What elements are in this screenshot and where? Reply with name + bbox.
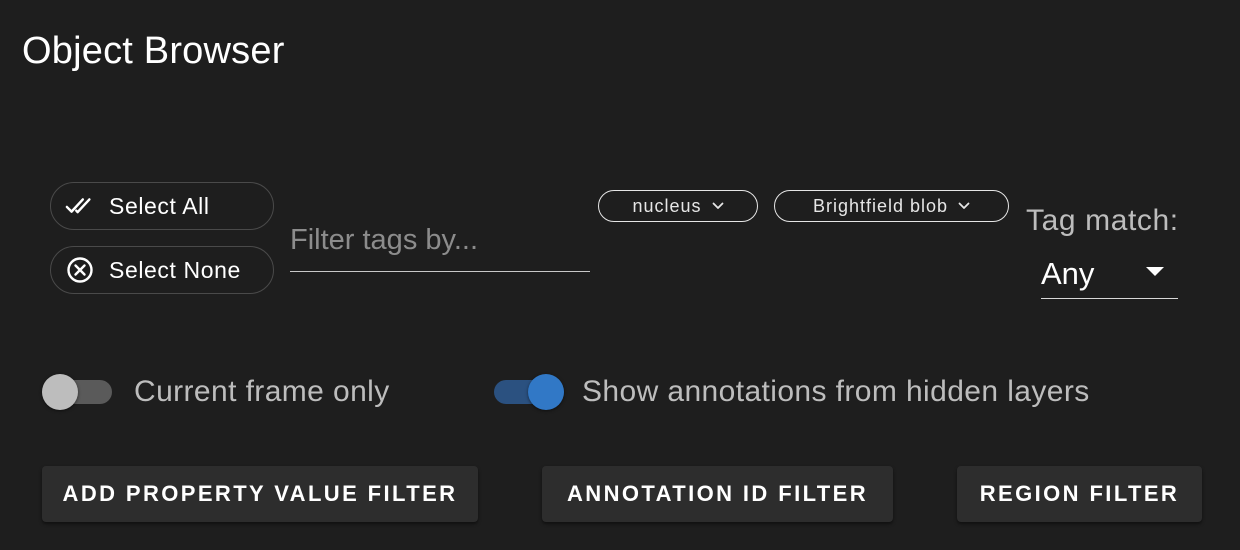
- current-frame-label: Current frame only: [134, 375, 390, 408]
- select-all-button[interactable]: Select All: [50, 182, 274, 230]
- toggle-knob: [42, 374, 78, 410]
- region-filter-button[interactable]: REGION FILTER: [957, 466, 1202, 522]
- tag-match-select[interactable]: Any: [1041, 252, 1178, 299]
- select-all-label: Select All: [109, 192, 210, 219]
- select-none-label: Select None: [109, 256, 241, 283]
- select-none-button[interactable]: Select None: [50, 246, 274, 294]
- chevron-down-icon: [958, 202, 970, 210]
- toggle-knob: [528, 374, 564, 410]
- annotation-id-filter-button[interactable]: ANNOTATION ID FILTER: [542, 466, 893, 522]
- filter-tags-field: [290, 218, 590, 272]
- tag-chip-label: nucleus: [632, 195, 702, 216]
- chevron-down-icon: [712, 202, 724, 210]
- close-circle-icon: [65, 255, 95, 285]
- tag-match-label: Tag match:: [1026, 204, 1179, 237]
- tag-chip-label: Brightfield blob: [812, 195, 949, 216]
- tag-chip-nucleus[interactable]: nucleus: [598, 190, 758, 222]
- object-browser-panel: Object Browser Select All Select None nu…: [0, 0, 1240, 550]
- hidden-layers-label: Show annotations from hidden layers: [582, 375, 1090, 408]
- page-title: Object Browser: [22, 30, 285, 72]
- tag-chip-brightfield-blob[interactable]: Brightfield blob: [774, 190, 1009, 222]
- add-property-value-filter-button[interactable]: ADD PROPERTY VALUE FILTER: [42, 466, 478, 522]
- caret-down-icon: [1146, 267, 1164, 276]
- double-check-icon: [65, 191, 95, 221]
- tag-match-value: Any: [1041, 256, 1095, 291]
- filter-tags-input[interactable]: [290, 218, 590, 271]
